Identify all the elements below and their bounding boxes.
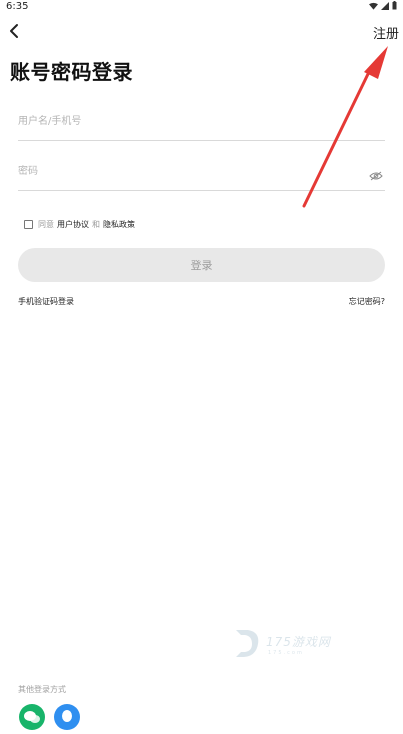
password-field-row bbox=[18, 156, 385, 191]
qq-login-button[interactable] bbox=[54, 704, 80, 730]
signal-icon bbox=[381, 1, 389, 10]
agree-text: 同意 bbox=[38, 219, 54, 229]
username-input[interactable] bbox=[18, 106, 348, 136]
privacy-policy-link[interactable]: 隐私政策 bbox=[103, 219, 135, 230]
wifi-icon bbox=[369, 2, 378, 10]
watermark-logo-icon bbox=[236, 630, 259, 657]
back-button[interactable] bbox=[6, 22, 24, 40]
page-title: 账号密码登录 bbox=[10, 60, 133, 84]
watermark-text: 175游戏网 bbox=[266, 635, 331, 649]
eye-off-icon bbox=[369, 171, 383, 181]
and-text: 和 bbox=[92, 219, 100, 229]
battery-icon bbox=[392, 1, 397, 10]
user-agreement-link[interactable]: 用户协议 bbox=[57, 219, 89, 230]
agreement-row: 同意 用户协议 和 隐私政策 bbox=[24, 218, 135, 230]
wechat-login-button[interactable] bbox=[19, 704, 45, 730]
password-input[interactable] bbox=[18, 156, 348, 186]
login-button[interactable]: 登录 bbox=[18, 248, 385, 282]
agreement-checkbox[interactable] bbox=[24, 219, 33, 229]
wechat-icon bbox=[24, 711, 40, 723]
watermark: 175游戏网 175.com bbox=[232, 627, 360, 661]
qq-icon bbox=[62, 710, 72, 722]
toggle-password-visibility-button[interactable] bbox=[369, 166, 383, 181]
status-icons bbox=[369, 1, 397, 10]
status-bar: 6:35 bbox=[0, 0, 403, 14]
username-field-row bbox=[18, 106, 385, 141]
watermark-subtext: 175.com bbox=[268, 650, 304, 656]
register-link[interactable]: 注册 bbox=[373, 23, 399, 42]
status-time: 6:35 bbox=[6, 1, 29, 12]
forgot-password-link[interactable]: 忘记密码? bbox=[349, 296, 385, 307]
sms-login-link[interactable]: 手机验证码登录 bbox=[18, 296, 74, 307]
chevron-left-icon bbox=[10, 24, 18, 38]
other-login-label: 其他登录方式 bbox=[18, 685, 66, 694]
